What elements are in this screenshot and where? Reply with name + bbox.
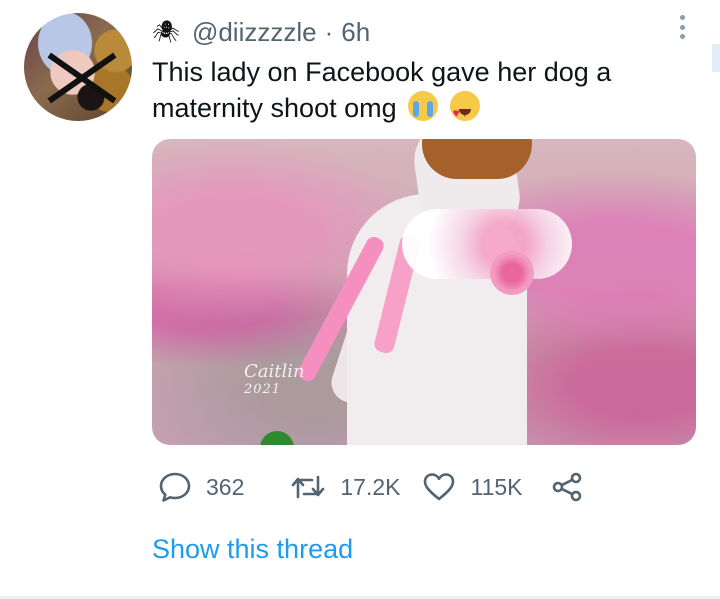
edge-mark [712,44,720,72]
tweet-actions: 362 17.2K 115K [158,468,583,506]
author-handle[interactable]: @diizzzzle [192,17,317,48]
more-dot [679,34,685,39]
dog-head [422,139,532,179]
photographer-watermark: Caitlin 2021 [244,363,305,399]
loudly-crying-face-icon [408,91,439,121]
like-button[interactable]: 115K [422,468,523,506]
retweet-count: 17.2K [340,473,401,500]
spider-icon: 🕷 [152,19,180,44]
green-leaf [260,431,294,445]
like-count: 115K [470,473,523,500]
flower-collar [402,209,572,279]
tweet-header: 🕷 @diizzzzle · 6h [152,14,370,50]
more-dot [679,15,685,20]
reply-bubble-icon [159,472,191,502]
header-separator: · [324,16,334,47]
tweet-timestamp[interactable]: 6h [341,17,370,48]
retweet-button[interactable]: 17.2K [290,468,400,506]
heart-eyes-face-icon [449,91,480,131]
reply-button[interactable]: 362 [158,468,244,506]
reply-count: 362 [206,473,245,500]
pink-rose [490,251,534,295]
retweet-icon [292,475,325,499]
tweet-text: This lady on Facebook gave her dog a mat… [152,54,672,131]
watermark-signature: Caitlin [244,361,305,382]
avatar[interactable] [24,13,132,121]
more-vertical-icon[interactable] [672,12,692,42]
share-icon [552,472,581,502]
show-thread-link[interactable]: Show this thread [152,534,353,565]
heart-icon [424,473,455,501]
watermark-year: 2021 [244,382,282,397]
more-dot [679,24,685,30]
share-button[interactable] [551,468,583,506]
tweet-body: This lady on Facebook gave her dog a mat… [152,57,612,123]
tweet-media-image[interactable]: Caitlin 2021 [152,139,696,445]
